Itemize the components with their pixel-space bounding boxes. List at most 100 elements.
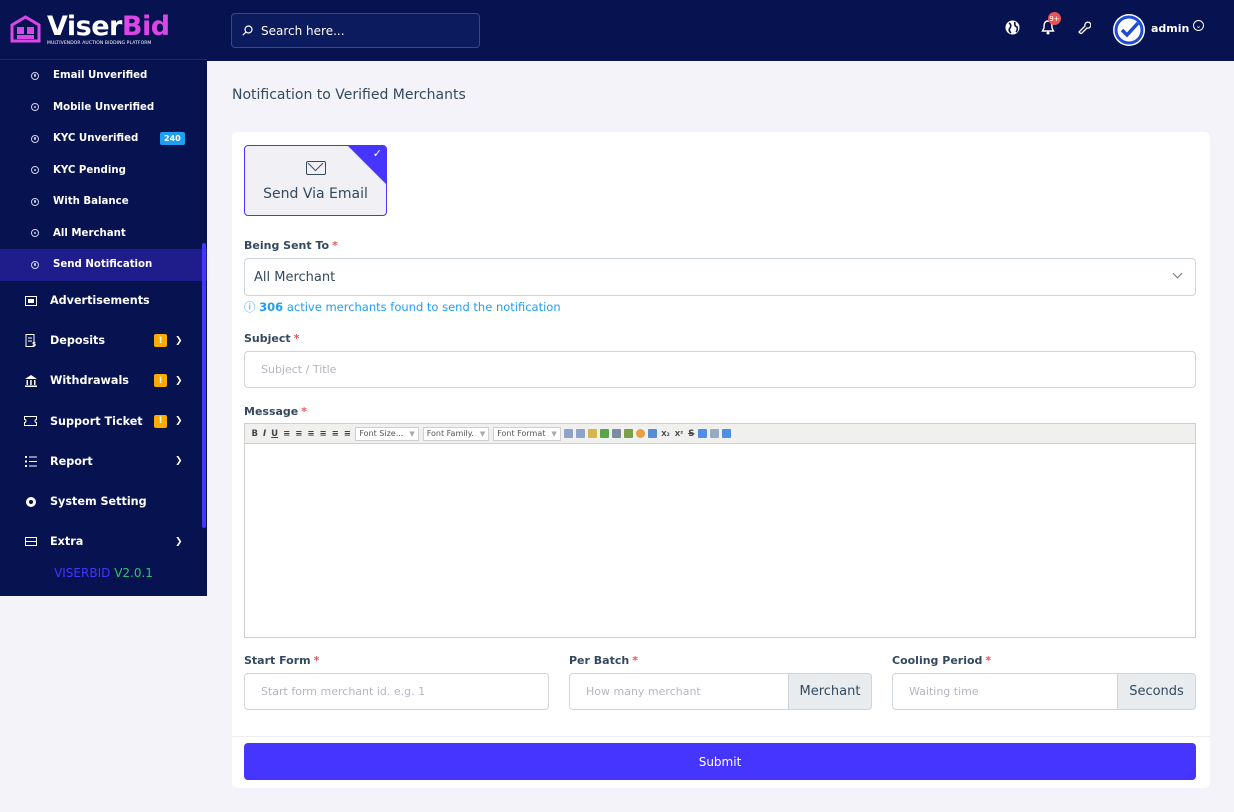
deposit-icon: $: [24, 334, 37, 348]
extra-icon: [24, 535, 37, 548]
warning-badge: !: [154, 414, 167, 428]
image-icon[interactable]: [588, 429, 598, 438]
font-size-select[interactable]: Font Size... ▼: [355, 426, 419, 441]
chevron-down-icon[interactable]: ⌄: [1193, 20, 1204, 31]
topbar: 9+ admin ⌄: [207, 0, 1234, 61]
logo[interactable]: ViserBid MULTIVENDOR AUCTION BIDDING PLA…: [0, 0, 207, 60]
chevron-down-icon: ❯: [175, 335, 183, 346]
start-form-label: Start Form *: [244, 654, 320, 667]
cooling-period-addon: Seconds: [1117, 673, 1196, 710]
sidebar-item-kyc-unverified[interactable]: KYC Unverified 240: [0, 123, 207, 155]
svg-text:$: $: [32, 341, 36, 347]
logo-title: ViserBid: [47, 11, 170, 42]
underline-button[interactable]: U: [271, 429, 278, 439]
ad-icon: [24, 294, 37, 307]
sidebar-item-advertisements[interactable]: Advertisements: [0, 281, 207, 321]
strikethrough-button[interactable]: S: [688, 429, 694, 439]
align-right-button[interactable]: ≡: [307, 429, 314, 439]
sidebar-item-with-balance[interactable]: With Balance: [0, 186, 207, 218]
html-icon[interactable]: [722, 429, 732, 438]
globe-icon[interactable]: [1003, 18, 1021, 36]
subscript-button[interactable]: X₂: [661, 430, 669, 438]
sidebar-item-support-ticket[interactable]: Support Ticket ! ❯: [0, 401, 207, 441]
align-center-button[interactable]: ≡: [295, 429, 302, 439]
align-left-button[interactable]: ≡: [283, 429, 290, 439]
justify-button[interactable]: ≡: [319, 429, 326, 439]
italic-button[interactable]: I: [263, 429, 266, 439]
sidebar-item-withdrawals[interactable]: Withdrawals ! ❯: [0, 361, 207, 401]
chevron-down-icon: ❯: [175, 375, 183, 386]
merchant-count-info: ⓘ 306 active merchants found to send the…: [244, 300, 561, 314]
sidebar-item-send-notification[interactable]: Send Notification: [0, 249, 207, 281]
sidebar-item-all-merchant[interactable]: All Merchant: [0, 218, 207, 250]
start-form-input[interactable]: [244, 673, 549, 710]
sidebar-item-extra[interactable]: Extra ❯: [0, 522, 207, 562]
info-icon: ⓘ: [244, 300, 256, 314]
chevron-down-icon: ❯: [175, 536, 183, 547]
notification-badge: 9+: [1048, 12, 1061, 25]
indent-icon[interactable]: [564, 429, 574, 438]
unordered-list-button[interactable]: ≡: [344, 429, 351, 439]
unlink-icon[interactable]: [624, 429, 634, 438]
notification-form-card: ✓ Send Via Email Being Sent To * All Merc…: [232, 132, 1210, 788]
divider: [232, 736, 1210, 737]
bank-icon: [24, 374, 37, 387]
circle-icon: [31, 166, 39, 175]
message-editor[interactable]: B I U ≡ ≡ ≡ ≡ ≡ ≡ Font Size... ▼ Font Fam…: [244, 423, 1196, 638]
cooling-period-input[interactable]: [892, 673, 1118, 710]
being-sent-to-label: Being Sent To *: [244, 239, 338, 252]
per-batch-input[interactable]: [569, 673, 789, 710]
sidebar-menu: Email Unverified Mobile Unverified KYC U…: [0, 60, 207, 566]
circle-icon: [31, 260, 39, 269]
envelope-icon: [306, 161, 326, 175]
logo-tagline: MULTIVENDOR AUCTION BIDDING PLATFORM: [47, 41, 152, 46]
search-box[interactable]: [231, 13, 480, 48]
font-format-select[interactable]: Font Format ▼: [493, 426, 561, 441]
being-sent-to-select[interactable]: All Merchant: [244, 258, 1196, 296]
color-icon[interactable]: [636, 429, 646, 438]
ordered-list-button[interactable]: ≡: [332, 429, 339, 439]
wrench-icon[interactable]: [1075, 18, 1093, 36]
search-input[interactable]: [261, 23, 471, 38]
font-family-select[interactable]: Font Family. ▼: [422, 426, 490, 441]
circle-icon: [31, 103, 39, 112]
link-icon[interactable]: [612, 429, 622, 438]
user-name[interactable]: admin: [1151, 22, 1189, 35]
circle-icon: [31, 71, 39, 80]
per-batch-addon: Merchant: [788, 673, 872, 710]
subject-input[interactable]: [244, 351, 1196, 388]
sidebar-item-mobile-unverified[interactable]: Mobile Unverified: [0, 92, 207, 124]
warning-badge: !: [154, 334, 167, 348]
warning-badge: !: [154, 374, 167, 388]
sidebar-item-report[interactable]: Report ❯: [0, 441, 207, 481]
chevron-down-icon: ❯: [175, 456, 183, 467]
bell-icon[interactable]: 9+: [1039, 12, 1061, 36]
circle-icon: [31, 197, 39, 206]
circle-icon: [31, 134, 39, 143]
sidebar-item-kyc-pending[interactable]: KYC Pending: [0, 155, 207, 187]
send-via-email-option[interactable]: ✓ Send Via Email: [244, 145, 387, 216]
cooling-period-label: Cooling Period *: [892, 654, 992, 667]
per-batch-label: Per Batch *: [569, 654, 638, 667]
search-icon: [242, 21, 253, 40]
logo-icon: [9, 13, 42, 46]
list-icon: [24, 455, 37, 468]
submit-button[interactable]: Submit: [244, 743, 1196, 780]
avatar[interactable]: [1113, 14, 1145, 46]
outdent-icon[interactable]: [576, 429, 586, 438]
sidebar-item-email-unverified[interactable]: Email Unverified: [0, 60, 207, 92]
removeformat-icon[interactable]: [698, 429, 708, 438]
sidebar-item-deposits[interactable]: $ Deposits ! ❯: [0, 321, 207, 361]
table-icon[interactable]: [600, 429, 610, 438]
chevron-down-icon: ❯: [175, 416, 183, 427]
sidebar-scrollbar[interactable]: [202, 243, 206, 528]
bold-button[interactable]: B: [252, 429, 258, 439]
gear-icon: [24, 495, 37, 508]
hr-icon[interactable]: [710, 429, 720, 438]
circle-icon: [31, 229, 39, 238]
version-label: VISERBID V2.0.1: [54, 566, 153, 580]
sidebar-item-system-setting[interactable]: System Setting: [0, 481, 207, 521]
check-icon: ✓: [372, 147, 382, 160]
superscript-button[interactable]: X²: [675, 430, 683, 438]
source-icon[interactable]: [648, 429, 658, 438]
